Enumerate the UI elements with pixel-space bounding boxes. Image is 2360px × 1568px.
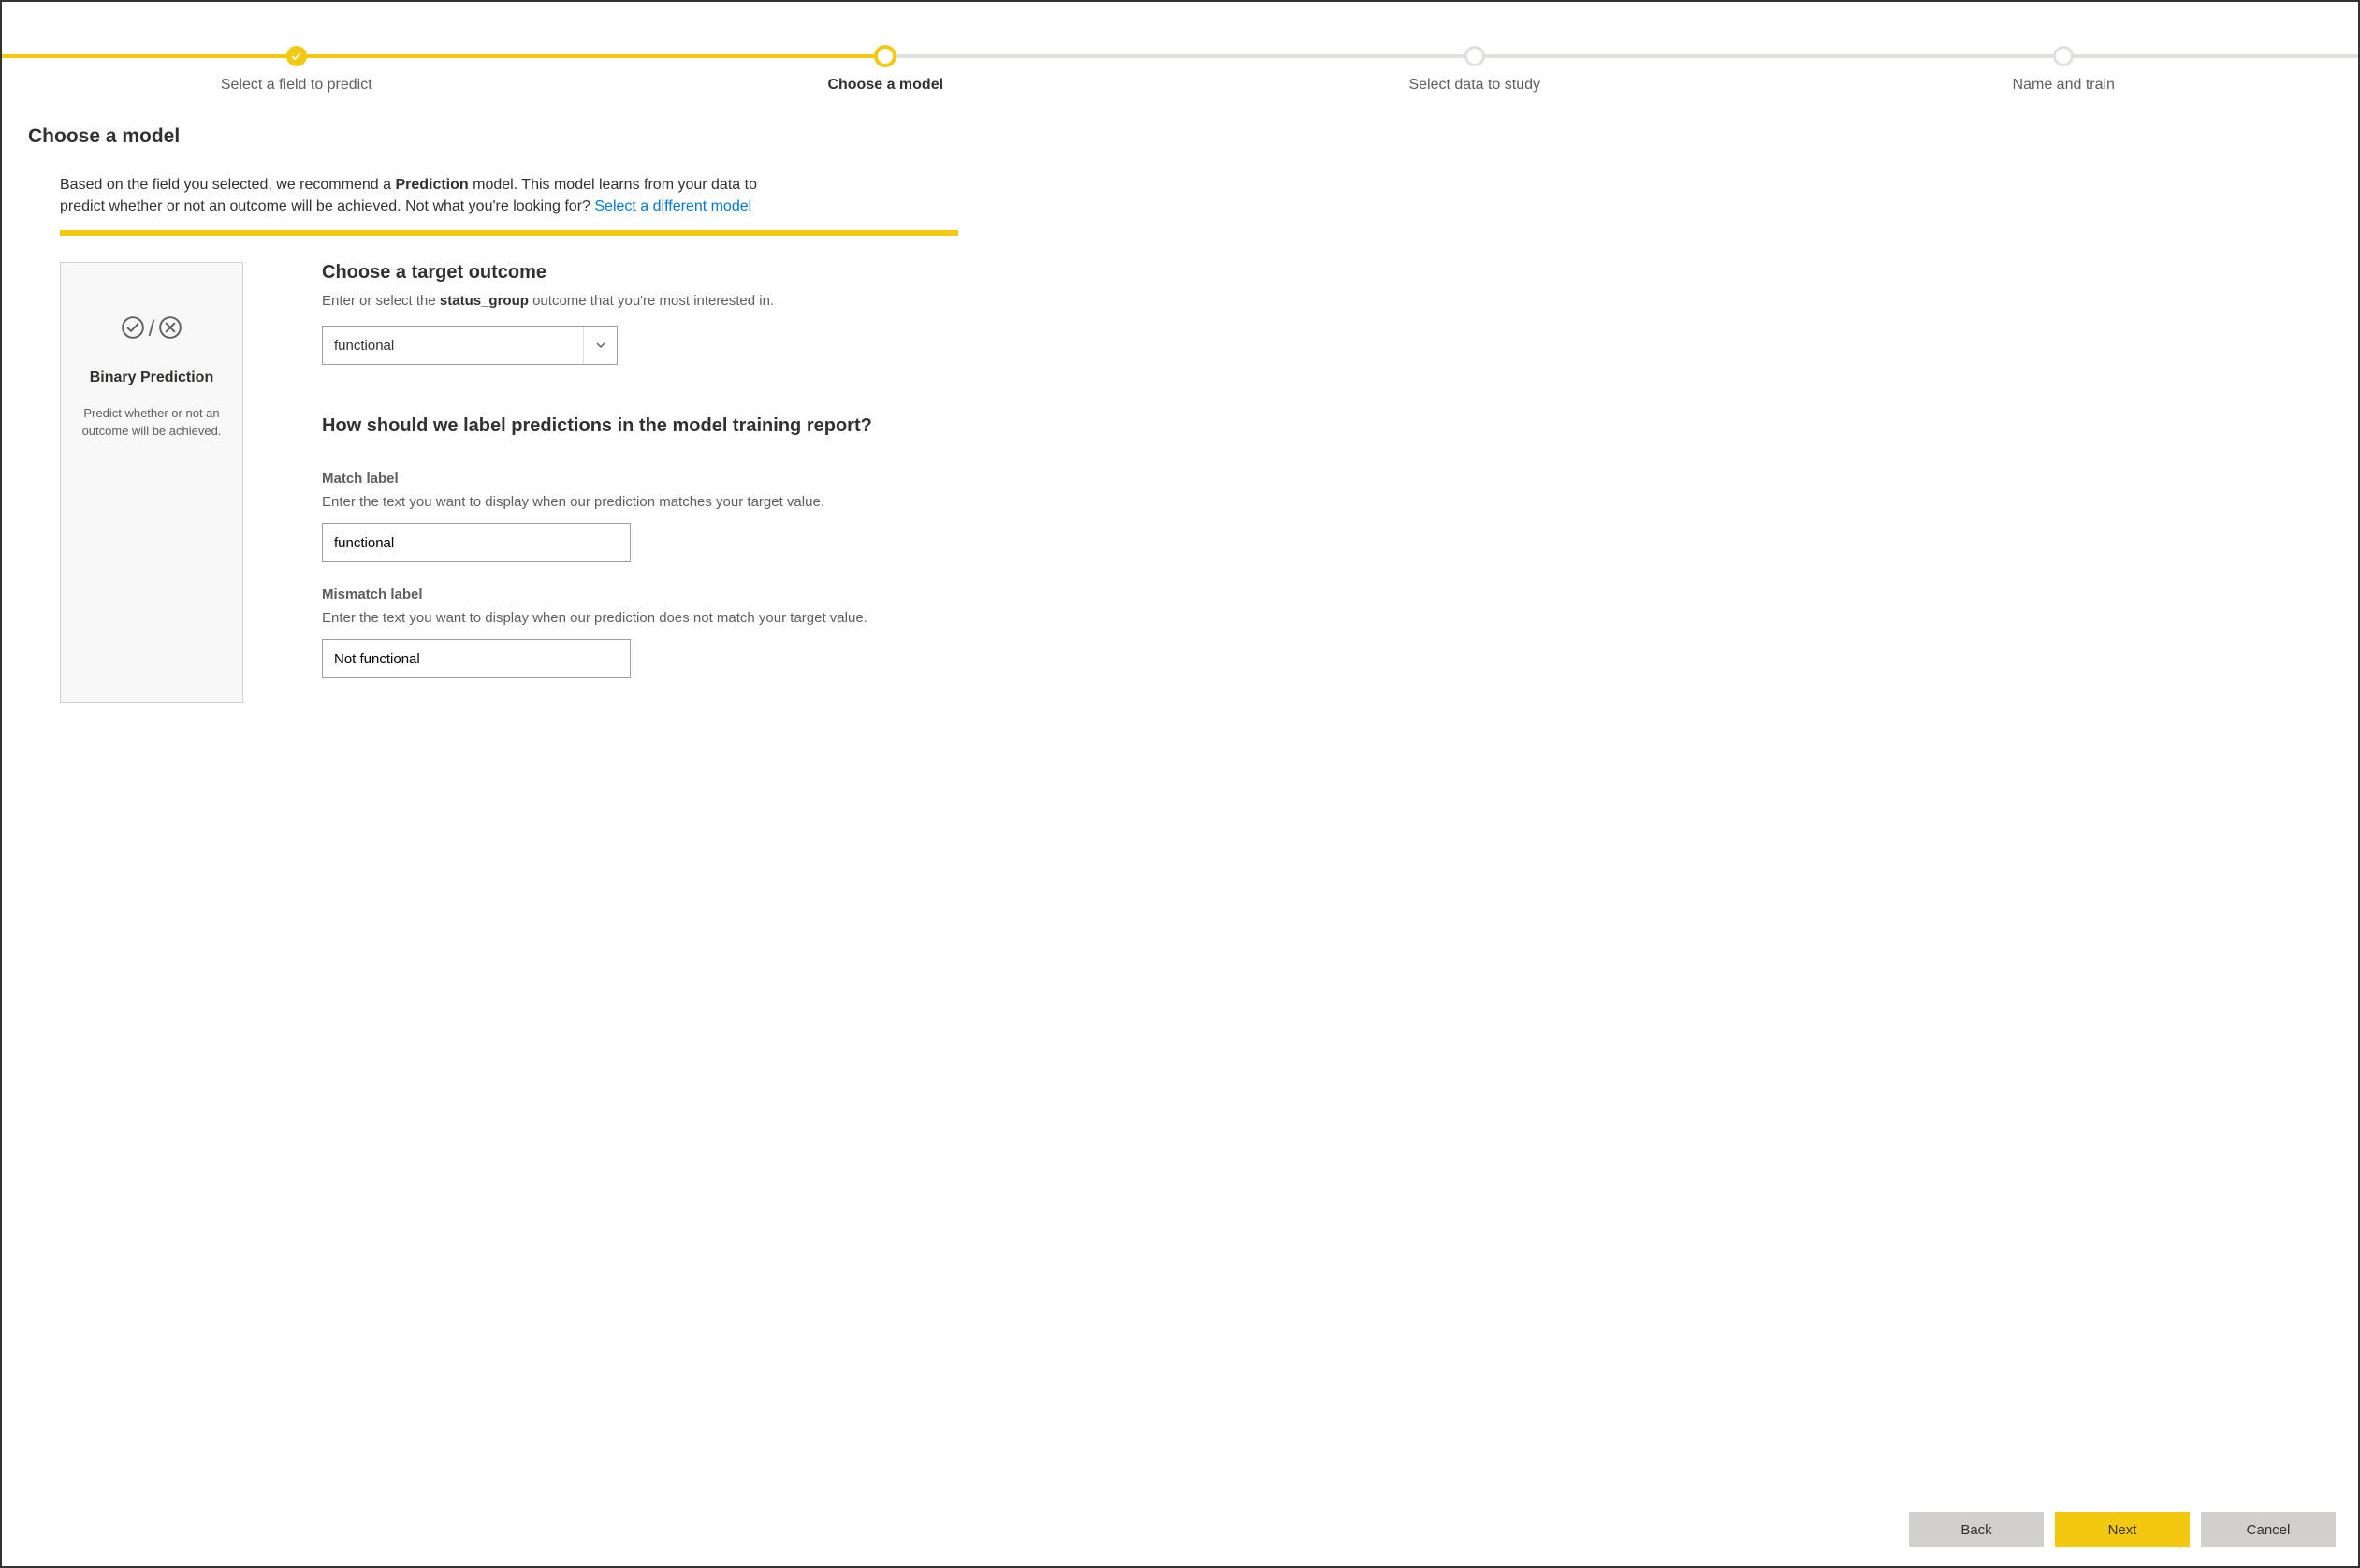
target-sub-bold: status_group	[440, 293, 529, 309]
target-sub-prefix: Enter or select the	[322, 293, 440, 309]
model-card[interactable]: / Binary Prediction Predict whether or n…	[60, 262, 243, 703]
page-title: Choose a model	[28, 125, 2332, 148]
match-label: Match label	[322, 471, 977, 486]
model-card-title: Binary Prediction	[72, 370, 231, 386]
stepper: Select a field to predict Choose a model…	[2, 19, 2358, 99]
model-card-desc: Predict whether or not an outcome will b…	[72, 405, 231, 439]
model-card-icon-row: /	[72, 315, 231, 343]
intro-bold: Prediction	[395, 177, 468, 193]
checkmark-icon	[286, 46, 307, 66]
step-node-icon	[1464, 46, 1485, 66]
wizard-dialog: Select a field to predict Choose a model…	[0, 0, 2360, 1568]
combobox-value: functional	[323, 338, 583, 354]
mismatch-label-help: Enter the text you want to display when …	[322, 610, 977, 626]
wizard-footer: Back Next Cancel	[2, 1497, 2358, 1566]
target-outcome-heading: Choose a target outcome	[322, 262, 977, 283]
target-sub-suffix: outcome that you're most interested in.	[529, 293, 774, 309]
match-label-help: Enter the text you want to display when …	[322, 494, 977, 510]
step-label: Choose a model	[591, 77, 1181, 94]
step-label: Select data to study	[1180, 77, 1770, 94]
close-circle-icon	[158, 315, 182, 343]
select-different-model-link[interactable]: Select a different model	[594, 198, 751, 214]
slash-text: /	[149, 318, 155, 341]
next-button[interactable]: Next	[2055, 1512, 2190, 1547]
step-node-current-icon	[874, 45, 896, 67]
intro-prefix: Based on the field you selected, we reco…	[60, 177, 395, 193]
target-outcome-sub: Enter or select the status_group outcome…	[322, 293, 977, 309]
accent-bar	[60, 230, 958, 236]
labels-heading: How should we label predictions in the m…	[322, 415, 977, 437]
mismatch-label: Mismatch label	[322, 587, 977, 603]
step-label: Name and train	[1770, 77, 2359, 94]
chevron-down-icon	[583, 327, 617, 364]
step-label: Select a field to predict	[2, 77, 591, 94]
wizard-body: Choose a model Based on the field you se…	[2, 99, 2358, 1497]
back-button[interactable]: Back	[1909, 1512, 2044, 1547]
step-node-icon	[2053, 46, 2074, 66]
mismatch-label-input[interactable]	[322, 639, 631, 678]
cancel-button[interactable]: Cancel	[2201, 1512, 2336, 1547]
match-label-input[interactable]	[322, 523, 631, 562]
intro-text: Based on the field you selected, we reco…	[28, 174, 795, 217]
form-section: Choose a target outcome Enter or select …	[322, 262, 977, 703]
target-outcome-combobox[interactable]: functional	[322, 326, 618, 365]
check-circle-icon	[121, 315, 145, 343]
step-track-fill	[2, 54, 893, 58]
